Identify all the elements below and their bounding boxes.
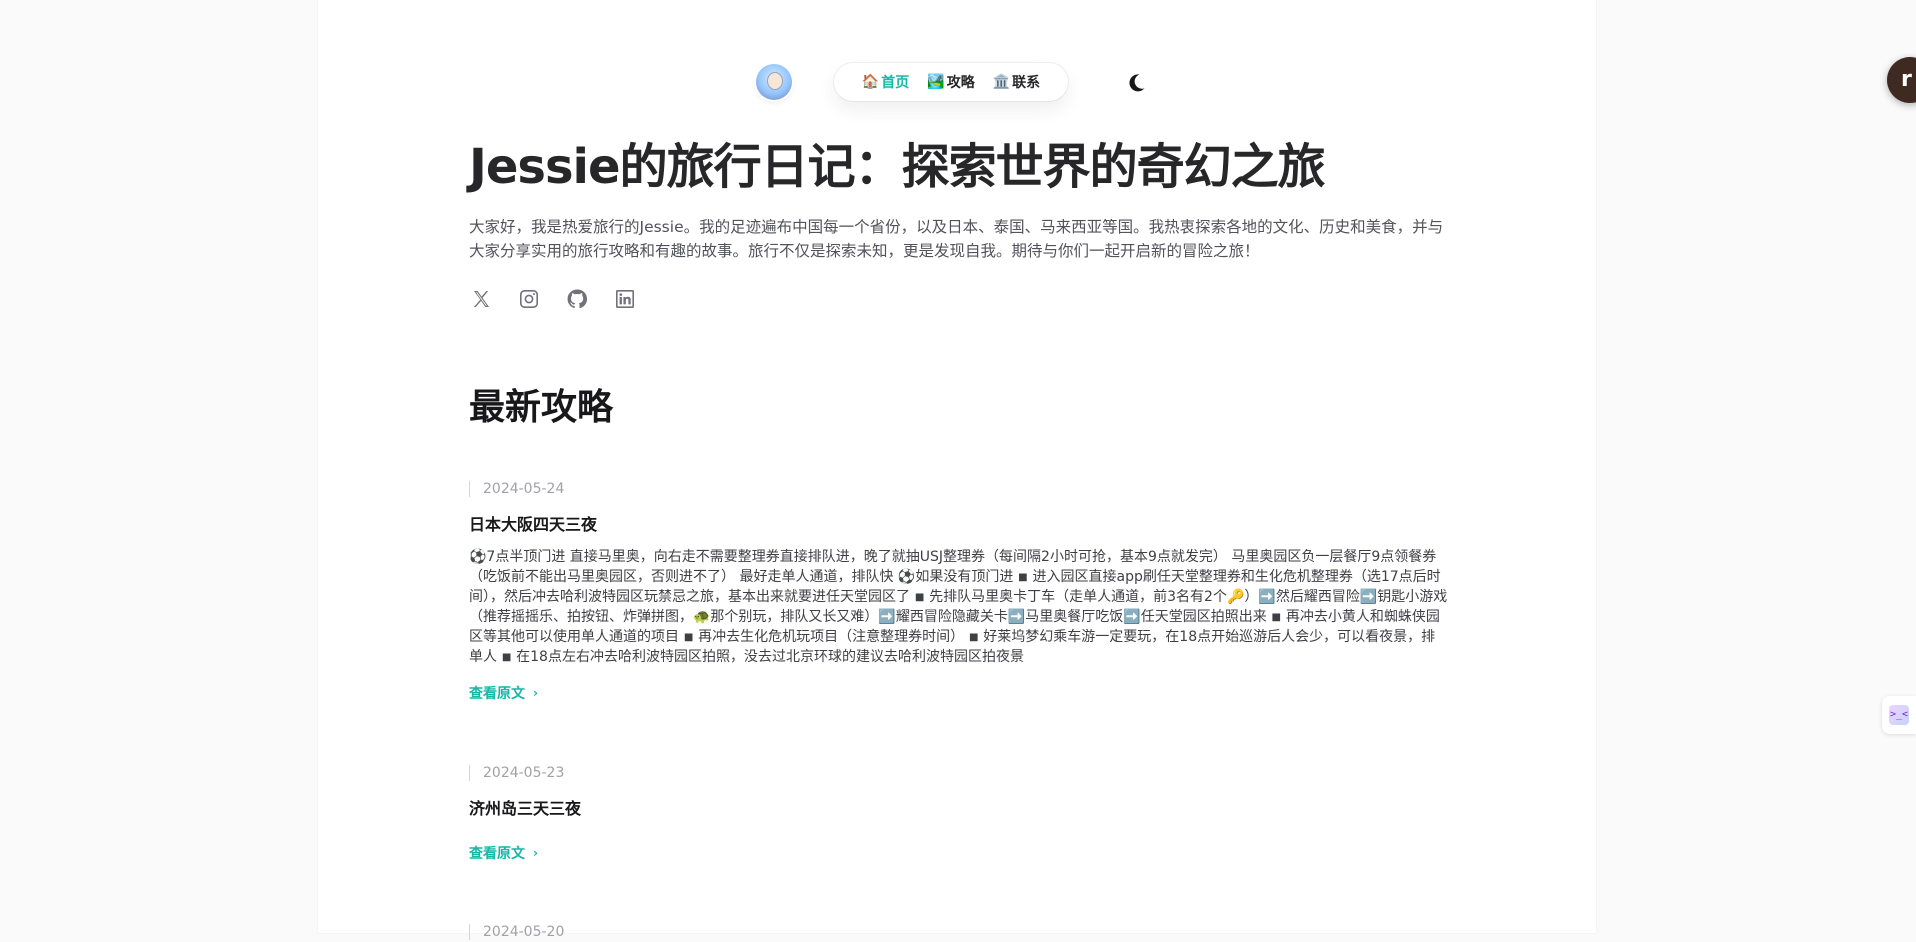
post-item: 2024-05-24 日本大阪四天三夜 ⚽7点半顶门进 直接马里奥，向右走不需要… [469, 479, 1449, 703]
post-item: 2024-05-20 [469, 922, 1449, 942]
post-date: 2024-05-23 [469, 763, 1449, 783]
page-container: 🏠 首页 🏞️ 攻略 🏛️ 联系 Jessie的旅行日记：探索世界的奇幻之旅 大… [318, 0, 1596, 940]
chevron-right-icon: › [533, 686, 538, 700]
x-icon[interactable] [469, 287, 493, 311]
post-title[interactable]: 日本大阪四天三夜 [469, 513, 1449, 537]
post-title[interactable]: 济州岛三天三夜 [469, 797, 1449, 821]
github-icon[interactable] [565, 287, 589, 311]
nav-item-label: 首页 [881, 75, 910, 91]
house-icon: 🏠 [861, 74, 880, 90]
post-item: 2024-05-23 济州岛三天三夜 查看原文 › [469, 763, 1449, 863]
nav-item-label: 联系 [1012, 75, 1041, 91]
post-date: 2024-05-24 [469, 479, 1449, 499]
extension-icon: >_< [1889, 705, 1909, 725]
main-nav: 🏠 首页 🏞️ 攻略 🏛️ 联系 [834, 63, 1068, 101]
social-links [469, 287, 637, 311]
intro-description: 大家好，我是热爱旅行的Jessie。我的足迹遍布中国每一个省份，以及日本、泰国、… [469, 218, 1444, 260]
read-more-label: 查看原文 [469, 846, 525, 862]
nav-item-guides[interactable]: 🏞️ 攻略 [927, 72, 974, 92]
avatar-face [767, 72, 783, 90]
linkedin-icon[interactable] [613, 287, 637, 311]
nav-item-contact[interactable]: 🏛️ 联系 [993, 72, 1040, 92]
page-title: Jessie的旅行日记：探索世界的奇幻之旅 [469, 139, 1326, 195]
moon-icon[interactable] [1124, 71, 1148, 95]
building-icon: 🏛️ [992, 74, 1011, 90]
post-date: 2024-05-20 [469, 922, 1449, 942]
nav-item-home[interactable]: 🏠 首页 [862, 72, 909, 92]
nav-item-label: 攻略 [946, 75, 975, 91]
post-excerpt: ⚽7点半顶门进 直接马里奥，向右走不需要整理券直接排队进，晚了就抽USJ整理券（… [469, 549, 1448, 665]
avatar[interactable] [756, 64, 792, 100]
read-more-label: 查看原文 [469, 686, 525, 702]
landscape-icon: 🏞️ [927, 74, 945, 90]
chevron-right-icon: › [533, 846, 538, 860]
floating-action-button[interactable]: r [1887, 57, 1916, 103]
read-more-link[interactable]: 查看原文 › [469, 843, 538, 863]
read-more-link[interactable]: 查看原文 › [469, 683, 538, 703]
side-extension-tab[interactable]: >_< [1882, 696, 1916, 734]
instagram-icon[interactable] [517, 287, 541, 311]
section-title-latest: 最新攻略 [469, 387, 614, 428]
